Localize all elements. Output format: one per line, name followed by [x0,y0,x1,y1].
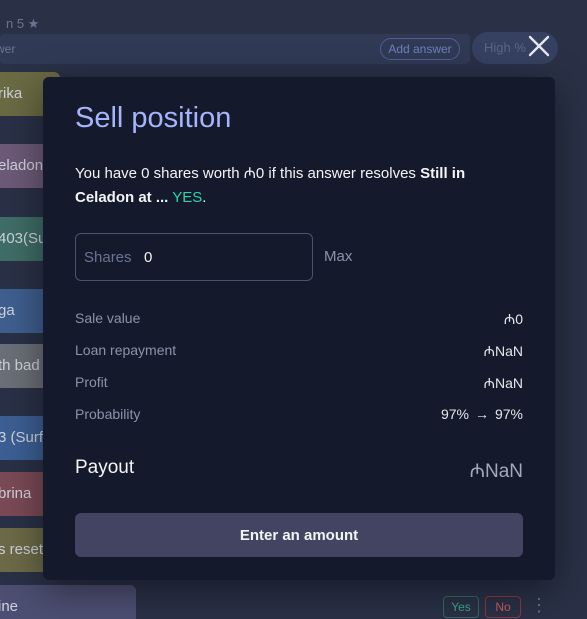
sell-position-modal: Sell position You have 0 shares worth ₼0… [43,77,555,580]
loan-repayment-label: Loan repayment [75,342,177,358]
close-button[interactable] [526,33,552,59]
close-icon [528,35,550,57]
shares-input[interactable] [144,245,294,269]
desc-prefix: You have 0 shares worth ₼0 if this answe… [75,165,421,182]
payout-value: ₼NaN [469,461,523,482]
answer-label: 3 (Surf [0,429,44,446]
sale-value-label: Sale value [75,310,141,326]
arrow-right-icon: → [474,406,489,422]
modal-title: Sell position [75,102,232,134]
probability-label: Probability [75,406,141,422]
bg-add-answer-button[interactable]: Add answer [380,38,460,60]
bg-search-input[interactable] [0,40,356,58]
desc-suffix: . [202,189,207,206]
answer-label: 403(Su [0,230,47,247]
submit-sell-button[interactable]: Enter an amount [75,513,523,557]
profit-row: Profit ₼NaN [75,374,523,394]
bg-yes-button[interactable]: Yes [443,596,479,618]
probability-value: 97% → 97% [441,406,523,422]
answer-label: th bad [0,357,40,374]
loan-repayment-row: Loan repayment ₼NaN [75,342,523,362]
sale-value: ₼0 [503,311,523,327]
probability-before: 97% [440,406,469,422]
answer-label: rika [0,85,23,102]
answer-bar[interactable]: ine [0,585,136,619]
profit-value: ₼NaN [483,375,523,391]
profit-label: Profit [75,374,108,390]
bg-search-bar: Add answer [0,34,470,64]
loan-repayment-value: ₼NaN [483,343,523,359]
more-options-icon[interactable]: ⋮ [530,595,548,616]
position-description: You have 0 shares worth ₼0 if this answe… [75,162,527,210]
answer-label: brina [0,485,32,502]
bg-heading: n 5 ★ [6,16,40,31]
probability-row: Probability 97% → 97% [75,406,523,426]
bg-no-button[interactable]: No [485,596,521,618]
payout-row: Payout ₼NaN [75,457,523,482]
answer-label: ga [0,302,15,319]
answer-label: s reset [0,541,44,558]
answer-label: ine [0,598,19,615]
payout-label: Payout [75,457,135,478]
shares-label: Shares [84,249,132,266]
answer-label: eladon [0,157,44,174]
shares-field[interactable]: Shares [75,233,313,281]
sale-value-row: Sale value ₼0 [75,310,523,330]
desc-outcome: YES [172,189,203,206]
max-button[interactable]: Max [324,248,352,265]
probability-after: 97% [494,406,523,422]
